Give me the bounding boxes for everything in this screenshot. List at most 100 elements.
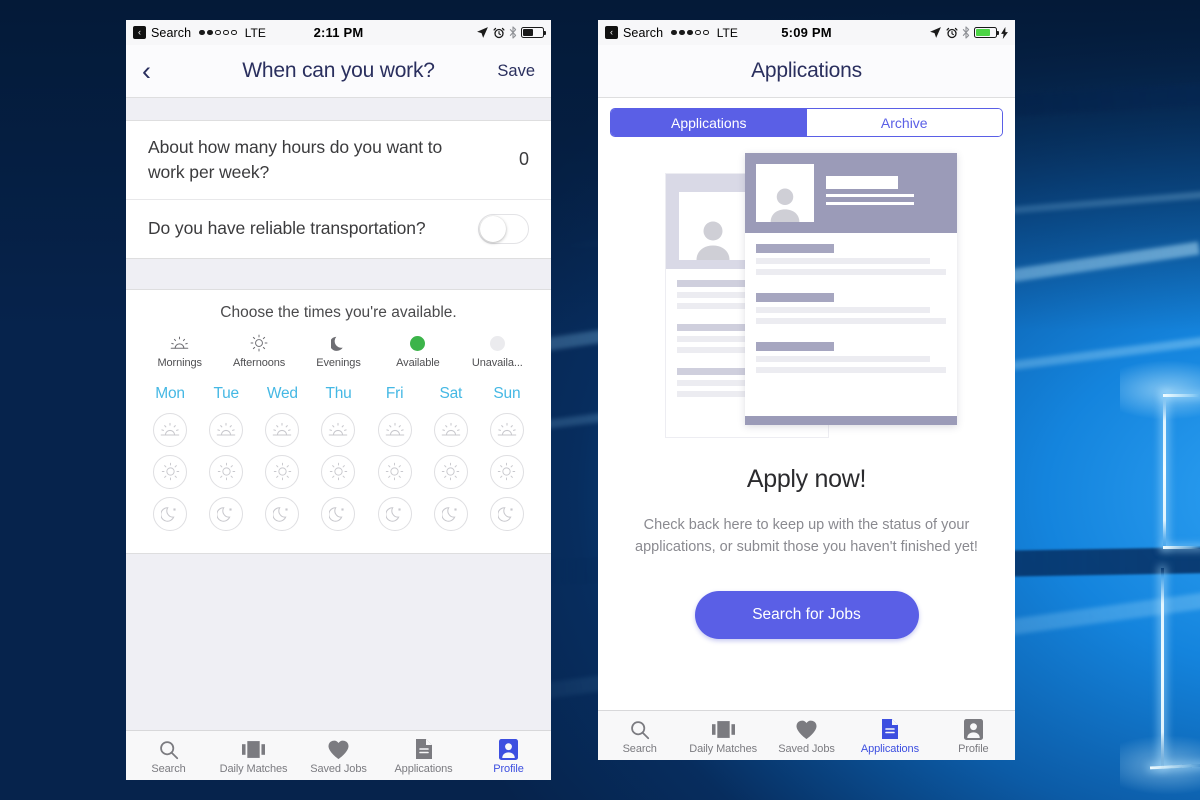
moon-slot-icon[interactable]	[321, 496, 356, 531]
save-button[interactable]: Save	[497, 62, 535, 81]
wallpaper-pane-edge	[1163, 546, 1200, 549]
availability-cell[interactable]	[310, 412, 366, 447]
search-for-jobs-button[interactable]: Search for Jobs	[694, 590, 919, 639]
legend-item-available: Available	[378, 334, 457, 369]
availability-cell[interactable]	[310, 454, 366, 489]
sunrise-slot-icon[interactable]	[209, 412, 244, 447]
sun-slot-icon[interactable]	[321, 454, 356, 489]
sun-slot-icon[interactable]	[433, 454, 468, 489]
availability-cell[interactable]	[254, 454, 310, 489]
availability-row-afternoons	[126, 451, 551, 493]
availability-cell[interactable]	[198, 412, 254, 447]
sunrise-slot-icon[interactable]	[321, 412, 356, 447]
empty-state-heading: Apply now!	[746, 465, 867, 493]
avatar-placeholder-icon	[678, 192, 747, 260]
sun-slot-icon[interactable]	[489, 454, 524, 489]
availability-cell[interactable]	[423, 454, 479, 489]
green-dot-icon	[410, 334, 426, 353]
sunrise-slot-icon[interactable]	[489, 412, 524, 447]
availability-cell[interactable]	[142, 412, 198, 447]
moon-slot-icon[interactable]	[209, 496, 244, 531]
moon-slot-icon[interactable]	[489, 496, 524, 531]
transportation-row[interactable]: Do you have reliable transportation?	[126, 198, 551, 258]
wallpaper-pane-glow	[1120, 360, 1200, 420]
battery-icon	[974, 27, 1000, 38]
availability-cell[interactable]	[479, 412, 535, 447]
day-label-wed: Wed	[266, 384, 298, 402]
sun-slot-icon[interactable]	[377, 454, 412, 489]
sunrise-slot-icon[interactable]	[377, 412, 412, 447]
segment-applications[interactable]: Applications	[611, 109, 807, 136]
moon-slot-icon[interactable]	[377, 496, 412, 531]
availability-cell[interactable]	[142, 454, 198, 489]
availability-cell[interactable]	[254, 496, 310, 531]
tab-profile[interactable]: Profile	[932, 716, 1015, 755]
tab-daily-matches[interactable]: Daily Matches	[681, 716, 764, 755]
heart-icon	[795, 716, 818, 740]
tab-search[interactable]: Search	[598, 716, 681, 755]
hours-value[interactable]: 0	[503, 149, 529, 170]
tab-profile[interactable]: Profile	[466, 736, 551, 775]
windows-desktop: ‹ Search LTE 2:11 PM ‹ When can you work…	[0, 0, 1200, 800]
wallpaper-pane-edge	[1161, 568, 1164, 768]
section-spacer	[126, 258, 551, 289]
back-button[interactable]: ‹	[142, 57, 151, 85]
cards-icon	[242, 736, 265, 760]
sun-slot-icon[interactable]	[265, 454, 300, 489]
tab-label: Applications	[394, 763, 453, 775]
availability-cell[interactable]	[198, 496, 254, 531]
resume-cards-illustration	[657, 153, 957, 443]
moon-slot-icon[interactable]	[153, 496, 188, 531]
legend-label: Afternoons	[232, 356, 286, 369]
tab-applications[interactable]: Applications	[381, 736, 466, 775]
sun-slot-icon[interactable]	[209, 454, 244, 489]
availability-cell[interactable]	[367, 496, 423, 531]
tab-label: Daily Matches	[689, 743, 757, 755]
illustration-front-card	[744, 153, 957, 425]
ios-status-bar: ‹ Search LTE 5:09 PM	[598, 20, 1015, 45]
signal-strength-icon	[671, 29, 709, 36]
alarm-clock-icon	[493, 27, 505, 38]
status-back-icon[interactable]: ‹	[133, 26, 146, 39]
sun-slot-icon[interactable]	[153, 454, 188, 489]
tab-bar: Search Daily Matches Saved Jobs Applicat…	[598, 710, 1015, 760]
availability-cell[interactable]	[198, 454, 254, 489]
status-back-icon[interactable]: ‹	[605, 26, 618, 39]
tab-saved-jobs[interactable]: Saved Jobs	[296, 736, 381, 775]
nav-bar: Applications	[598, 45, 1015, 98]
status-network-label: LTE	[716, 25, 738, 40]
availability-cell[interactable]	[423, 412, 479, 447]
empty-area	[126, 553, 551, 730]
wallpaper-pane-edge	[1163, 393, 1166, 548]
sunrise-icon	[170, 334, 189, 353]
day-label-fri: Fri	[385, 384, 404, 402]
tab-applications[interactable]: Applications	[848, 716, 931, 755]
availability-card: Choose the times you're available. Morni…	[126, 288, 551, 554]
segment-archive[interactable]: Archive	[806, 109, 1002, 136]
sunrise-slot-icon[interactable]	[433, 412, 468, 447]
tab-label: Applications	[860, 743, 919, 755]
availability-cell[interactable]	[479, 496, 535, 531]
availability-cell[interactable]	[310, 496, 366, 531]
availability-cell[interactable]	[423, 496, 479, 531]
sunrise-slot-icon[interactable]	[265, 412, 300, 447]
legend-item-unavailable: Unavaila...	[458, 334, 537, 369]
transportation-toggle[interactable]	[478, 213, 529, 244]
availability-cell[interactable]	[367, 454, 423, 489]
availability-cell[interactable]	[254, 412, 310, 447]
status-bar-right	[929, 26, 1008, 39]
tab-saved-jobs[interactable]: Saved Jobs	[765, 716, 848, 755]
moon-slot-icon[interactable]	[265, 496, 300, 531]
sunrise-slot-icon[interactable]	[153, 412, 188, 447]
signal-strength-icon	[199, 29, 237, 36]
hours-per-week-row[interactable]: About how many hours do you want to work…	[126, 121, 551, 199]
sun-icon	[250, 334, 268, 353]
availability-cell[interactable]	[367, 412, 423, 447]
availability-cell[interactable]	[479, 454, 535, 489]
moon-slot-icon[interactable]	[433, 496, 468, 531]
legend-label: Unavaila...	[471, 356, 523, 369]
day-label-sun: Sun	[493, 384, 521, 402]
availability-cell[interactable]	[142, 496, 198, 531]
tab-daily-matches[interactable]: Daily Matches	[211, 736, 296, 775]
tab-search[interactable]: Search	[126, 736, 211, 775]
